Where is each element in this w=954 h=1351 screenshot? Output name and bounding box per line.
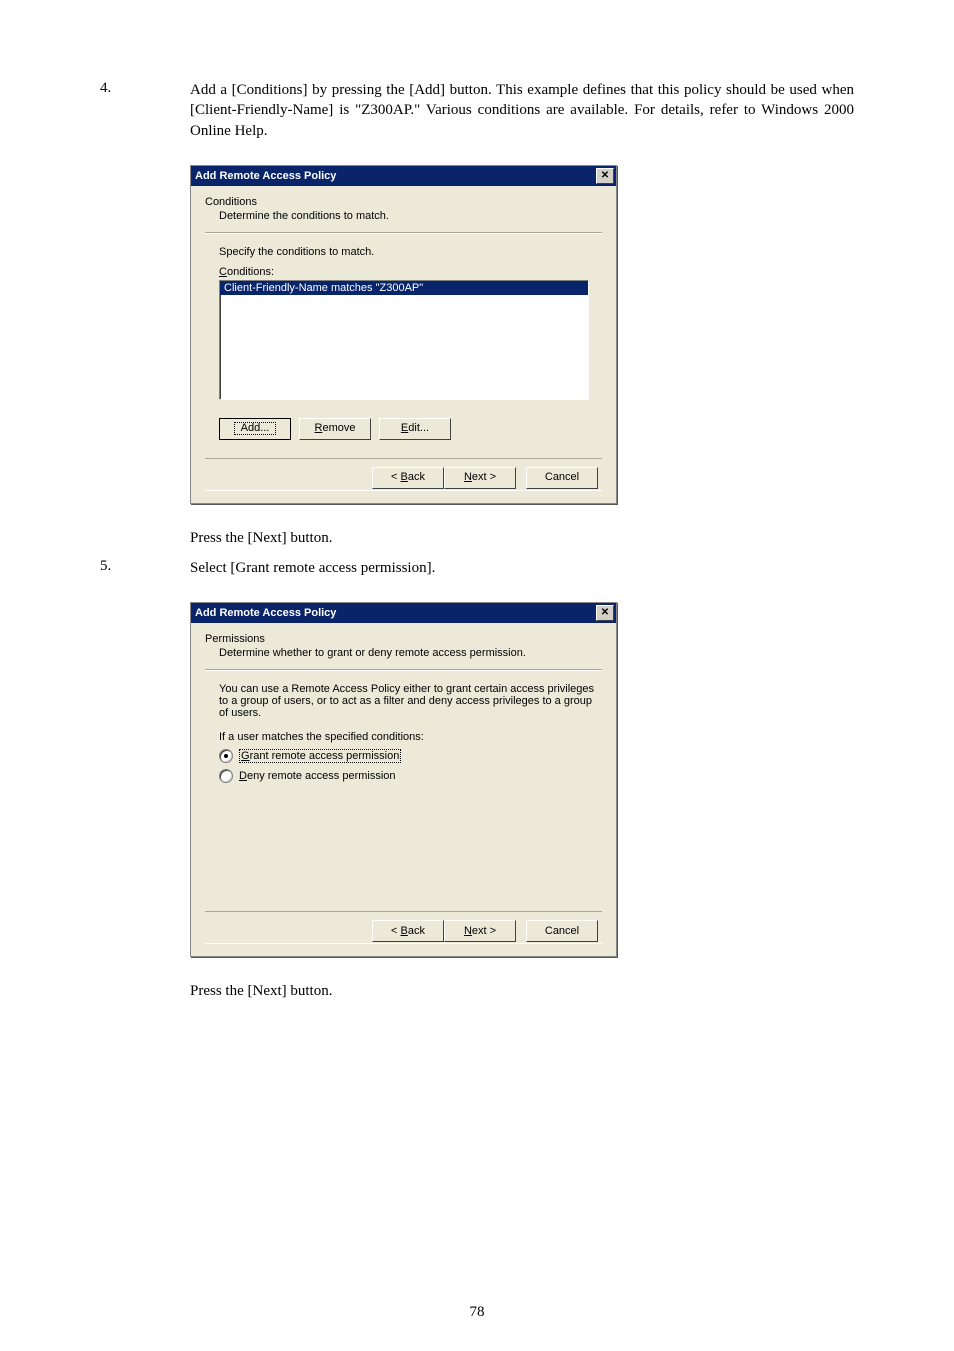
list-buttons: Add... Remove Edit...	[219, 418, 602, 440]
next-button[interactable]: Next >	[444, 467, 516, 489]
permissions-subheading: Determine whether to grant or deny remot…	[205, 647, 602, 659]
step-5-number: 5.	[100, 558, 190, 578]
conditions-subheading: Determine the conditions to match.	[205, 210, 602, 222]
press-next-2: Press the [Next] button.	[190, 981, 854, 1001]
conditions-label: Conditions:	[205, 266, 602, 278]
wizard-buttons-2: < Back Next > Cancel	[205, 911, 602, 944]
wizard-buttons: < Back Next > Cancel	[205, 458, 602, 491]
ifmatch-label: If a user matches the specified conditio…	[205, 731, 602, 743]
close-icon: ✕	[601, 171, 609, 181]
step-4-text: Add a [Conditions] by pressing the [Add]…	[190, 80, 854, 141]
radio-deny[interactable]: Deny remote access permission	[205, 769, 602, 783]
list-item[interactable]: Client-Friendly-Name matches "Z300AP"	[220, 281, 588, 295]
specify-label: Specify the conditions to match.	[205, 246, 602, 258]
radio-grant-icon	[219, 749, 233, 763]
dialog-titlebar: Add Remote Access Policy ✕	[191, 166, 616, 186]
step-4-number: 4.	[100, 80, 190, 141]
permissions-heading: Permissions	[205, 633, 602, 645]
add-button[interactable]: Add...	[219, 418, 291, 440]
separator-2	[205, 669, 602, 671]
separator	[205, 232, 602, 234]
permissions-explain: You can use a Remote Access Policy eithe…	[205, 683, 602, 719]
back-button-2[interactable]: < Back	[372, 920, 444, 942]
press-next-1: Press the [Next] button.	[190, 528, 854, 548]
radio-deny-icon	[219, 769, 233, 783]
edit-button[interactable]: Edit...	[379, 418, 451, 440]
back-button[interactable]: < Back	[372, 467, 444, 489]
remove-button[interactable]: Remove	[299, 418, 371, 440]
dialog-title-2: Add Remote Access Policy	[195, 607, 336, 619]
dialog-permissions: Add Remote Access Policy ✕ Permissions D…	[190, 602, 617, 957]
close-button[interactable]: ✕	[596, 168, 614, 184]
page-number: 78	[0, 1304, 954, 1321]
next-button-2[interactable]: Next >	[444, 920, 516, 942]
dialog-body: Conditions Determine the conditions to m…	[191, 186, 616, 503]
conditions-heading: Conditions	[205, 196, 602, 208]
radio-grant[interactable]: Grant remote access permission	[205, 749, 602, 763]
step-5-text: Select [Grant remote access permission].	[190, 558, 854, 578]
step-5: 5. Select [Grant remote access permissio…	[100, 558, 854, 578]
radio-deny-label: Deny remote access permission	[239, 770, 396, 782]
dialog-title: Add Remote Access Policy	[195, 170, 336, 182]
radio-grant-label: Grant remote access permission	[239, 749, 401, 763]
dialog-conditions: Add Remote Access Policy ✕ Conditions De…	[190, 165, 617, 504]
dialog-body-2: Permissions Determine whether to grant o…	[191, 623, 616, 956]
close-button-2[interactable]: ✕	[596, 605, 614, 621]
cancel-button-2[interactable]: Cancel	[526, 920, 598, 942]
step-4: 4. Add a [Conditions] by pressing the [A…	[100, 80, 854, 141]
conditions-listbox[interactable]: Client-Friendly-Name matches "Z300AP"	[219, 280, 589, 400]
close-icon: ✕	[601, 608, 609, 618]
cancel-button[interactable]: Cancel	[526, 467, 598, 489]
dialog-titlebar-2: Add Remote Access Policy ✕	[191, 603, 616, 623]
